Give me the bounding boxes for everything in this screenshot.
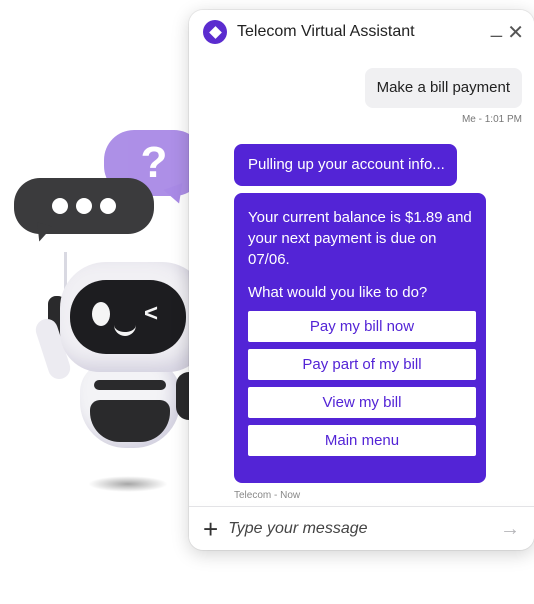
robot-head: < xyxy=(60,262,208,372)
minimize-icon[interactable]: _ xyxy=(491,16,502,39)
view-bill-button[interactable]: View my bill xyxy=(248,387,476,418)
brand-logo-icon xyxy=(203,20,227,44)
bot-message: Pulling up your account info... xyxy=(234,144,457,186)
bot-balance-text: Your current balance is $1.89 and your n… xyxy=(248,209,472,268)
typing-dot xyxy=(100,198,116,214)
chat-header: Telecom Virtual Assistant _ ✕ xyxy=(189,10,534,55)
bot-message-meta: Telecom - Now xyxy=(234,490,301,501)
user-message-meta: Me - 1:01 PM xyxy=(461,114,522,125)
robot-wink-icon: < xyxy=(144,300,159,327)
robot-body xyxy=(80,362,180,448)
typing-dot xyxy=(76,198,92,214)
typing-dot xyxy=(52,198,68,214)
robot-smile-icon xyxy=(114,320,136,336)
pay-bill-now-button[interactable]: Pay my bill now xyxy=(248,311,476,342)
message-composer: + → xyxy=(189,506,534,550)
robot-face: < xyxy=(70,280,186,354)
robot-body-panel xyxy=(90,400,170,442)
robot-eye-icon xyxy=(92,302,110,326)
close-icon[interactable]: ✕ xyxy=(507,20,524,45)
message-input[interactable] xyxy=(226,519,491,539)
chat-title: Telecom Virtual Assistant xyxy=(237,23,415,40)
chat-window: Telecom Virtual Assistant _ ✕ Make a bil… xyxy=(189,10,534,550)
robot-body-stripe xyxy=(94,380,166,390)
user-message: Make a bill payment xyxy=(364,68,522,108)
bot-options-card: Your current balance is $1.89 and your n… xyxy=(234,193,486,483)
pay-part-of-bill-button[interactable]: Pay part of my bill xyxy=(248,349,476,380)
plus-icon[interactable]: + xyxy=(203,516,218,542)
robot-shadow xyxy=(88,476,168,492)
send-arrow-icon[interactable]: → xyxy=(500,518,520,541)
bot-question: What would you like to do? xyxy=(248,284,428,301)
conversation-area[interactable]: Make a bill payment Me - 1:01 PM Pulling… xyxy=(189,54,534,550)
main-menu-button[interactable]: Main menu xyxy=(248,425,476,456)
logo-diamond xyxy=(208,25,222,39)
